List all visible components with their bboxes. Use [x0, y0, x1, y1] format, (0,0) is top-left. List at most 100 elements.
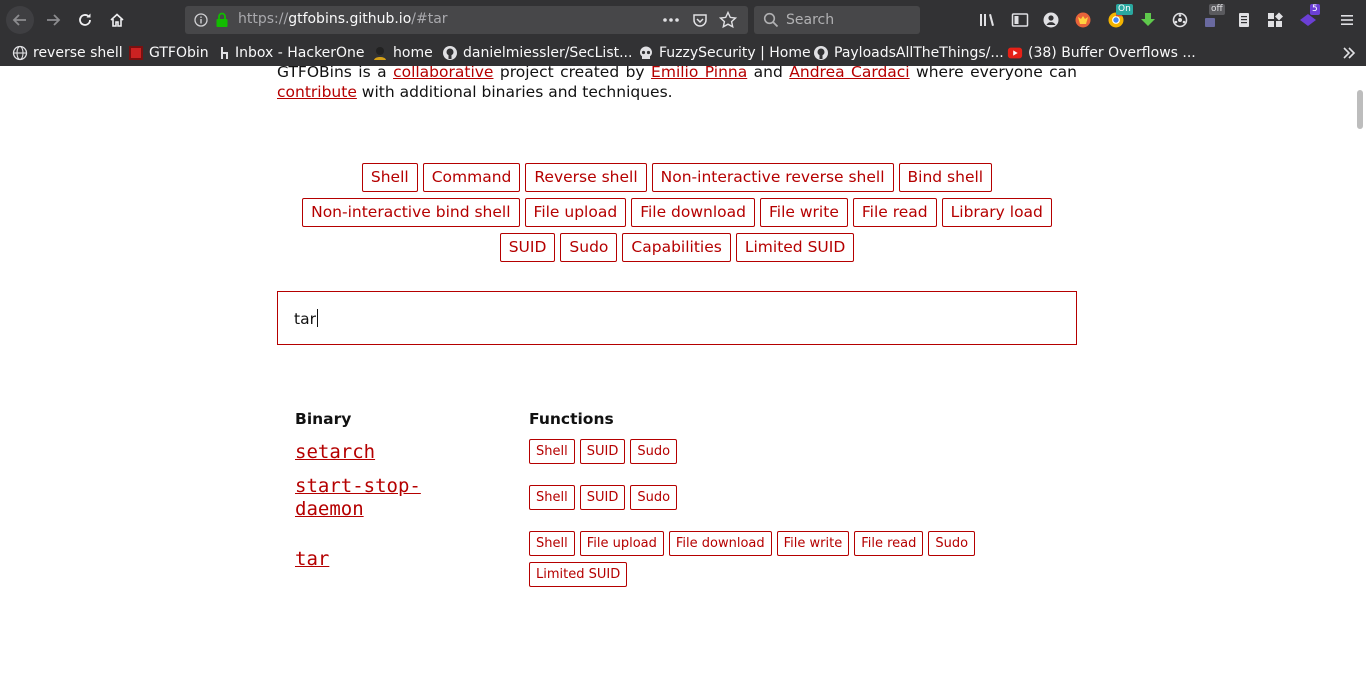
- info-icon[interactable]: [194, 13, 208, 27]
- scrollbar-thumb[interactable]: [1357, 90, 1363, 129]
- arrow-right-icon: [47, 14, 61, 26]
- extension-button-4[interactable]: off: [1202, 4, 1225, 30]
- menu-button[interactable]: [1337, 10, 1357, 30]
- download-arrow-icon: [1141, 13, 1155, 26]
- bookmarks-toolbar: reverse shell GTFObin Inbox - HackerOne …: [0, 40, 1366, 66]
- bookmark-label: (38) Buffer Overflows ...: [1028, 45, 1196, 61]
- bookmark-gtfobin[interactable]: GTFObin: [128, 43, 209, 63]
- filter-tag-command[interactable]: Command: [422, 163, 521, 192]
- address-bar[interactable]: https://gtfobins.github.io/#tar: [185, 6, 748, 34]
- back-button[interactable]: [6, 6, 34, 34]
- function-tag-shell[interactable]: Shell: [529, 439, 575, 464]
- filter-tag-limited-suid[interactable]: Limited SUID: [735, 233, 855, 262]
- gtfobin-favicon-icon: [128, 45, 144, 61]
- bookmark-label: GTFObin: [149, 45, 209, 61]
- function-tag-file-upload[interactable]: File upload: [579, 531, 664, 556]
- function-tag-suid[interactable]: SUID: [579, 439, 626, 464]
- bookmark-label: danielmiessler/SecList...: [463, 45, 633, 61]
- binary-link-start-stop-daemon[interactable]: start-stop- daemon: [295, 475, 421, 521]
- bookmark-hackerone[interactable]: Inbox - HackerOne: [220, 43, 365, 63]
- function-tag-sudo[interactable]: Sudo: [928, 531, 976, 556]
- arrow-left-icon: [12, 14, 26, 26]
- github-icon: [442, 45, 458, 61]
- browser-search-bar[interactable]: Search: [754, 6, 920, 34]
- filter-tag-file-upload[interactable]: File upload: [524, 198, 627, 227]
- bookmark-star-icon[interactable]: [719, 11, 737, 29]
- bookmarks-overflow-button[interactable]: [1342, 45, 1356, 64]
- url-text[interactable]: https://gtfobins.github.io/#tar: [238, 11, 448, 27]
- function-tag-shell[interactable]: Shell: [529, 531, 575, 556]
- search-placeholder: Search: [786, 12, 835, 28]
- filter-tag-reverse-shell[interactable]: Reverse shell: [525, 163, 647, 192]
- filter-tag-bind-shell[interactable]: Bind shell: [898, 163, 993, 192]
- function-tag-shell[interactable]: Shell: [529, 485, 575, 510]
- extension-button-5[interactable]: 5: [1298, 4, 1320, 30]
- extension-button-3[interactable]: [1170, 10, 1190, 30]
- collaborative-link[interactable]: collaborative: [393, 66, 493, 81]
- function-tag-file-read[interactable]: File read: [854, 531, 924, 556]
- hackerone-icon: [220, 45, 230, 61]
- library-button[interactable]: [978, 10, 998, 30]
- emilio-pinna-link[interactable]: Emilio Pinna: [651, 66, 747, 81]
- filter-tag-file-download[interactable]: File download: [631, 198, 756, 227]
- home-button[interactable]: [103, 6, 131, 34]
- filter-tag-non-interactive-bind-shell[interactable]: Non-interactive bind shell: [302, 198, 520, 227]
- lock-icon[interactable]: [215, 12, 229, 28]
- bookmark-label: FuzzySecurity | Home: [659, 45, 811, 61]
- extension-button-2[interactable]: On: [1106, 4, 1133, 30]
- reader-button[interactable]: [1234, 10, 1254, 30]
- pocket-icon[interactable]: [692, 12, 708, 28]
- bookmark-reverse-shell[interactable]: reverse shell: [12, 43, 123, 63]
- filter-tag-file-read[interactable]: File read: [852, 198, 937, 227]
- bookmark-seclists[interactable]: danielmiessler/SecList...: [442, 43, 632, 63]
- sidebar-button[interactable]: [1010, 10, 1030, 30]
- functions-column-header: Functions: [529, 410, 614, 428]
- home-favicon-icon: [372, 45, 388, 61]
- binary-link-setarch[interactable]: setarch: [295, 441, 375, 464]
- sidebar-icon: [1011, 13, 1029, 27]
- page-actions-icon[interactable]: [662, 13, 680, 27]
- bookmark-home[interactable]: home: [372, 43, 433, 63]
- bookmark-label: PayloadsAllTheThings/...: [834, 45, 1004, 61]
- bookmark-fuzzysecurity[interactable]: FuzzySecurity | Home: [638, 43, 811, 63]
- binary-link-line[interactable]: daemon: [295, 498, 364, 521]
- bookmark-payloadsallthethings[interactable]: PayloadsAllTheThings/...: [813, 43, 1004, 63]
- vertical-scrollbar[interactable]: [1354, 66, 1366, 681]
- filter-tag-non-interactive-reverse-shell[interactable]: Non-interactive reverse shell: [651, 163, 894, 192]
- filter-tag-suid[interactable]: SUID: [499, 233, 556, 262]
- forward-button[interactable]: [39, 6, 67, 34]
- page-content: GTFOBins is a collaborative project crea…: [0, 66, 1366, 681]
- home-icon: [110, 13, 124, 27]
- youtube-icon: [1007, 45, 1023, 61]
- function-tag-limited-suid[interactable]: Limited SUID: [529, 562, 628, 587]
- filter-tag-library-load[interactable]: Library load: [941, 198, 1052, 227]
- contribute-link[interactable]: contribute: [277, 83, 357, 101]
- function-tag-suid[interactable]: SUID: [579, 485, 626, 510]
- filter-tag-file-write[interactable]: File write: [760, 198, 848, 227]
- filter-tags-row-1: Shell Command Reverse shell Non-interact…: [277, 163, 1077, 192]
- filter-tag-sudo[interactable]: Sudo: [560, 233, 618, 262]
- binary-link-line[interactable]: start-stop-: [295, 475, 421, 498]
- andrea-cardaci-link[interactable]: Andrea Cardaci: [789, 66, 909, 81]
- intro-text: with additional binaries and techniques.: [356, 82, 673, 101]
- count-badge: 5: [1310, 4, 1320, 15]
- account-icon: [1043, 12, 1059, 28]
- reload-button[interactable]: [71, 6, 99, 34]
- gear-extension-icon: [1172, 12, 1188, 28]
- function-tag-file-download[interactable]: File download: [668, 531, 772, 556]
- search-icon: [763, 12, 779, 28]
- function-tag-sudo[interactable]: Sudo: [630, 485, 678, 510]
- download-button[interactable]: [1138, 10, 1158, 30]
- binary-link-tar[interactable]: tar: [295, 548, 329, 571]
- function-tag-file-write[interactable]: File write: [776, 531, 850, 556]
- filter-tag-capabilities[interactable]: Capabilities: [622, 233, 731, 262]
- account-button[interactable]: [1041, 10, 1061, 30]
- function-tag-sudo[interactable]: Sudo: [630, 439, 678, 464]
- bookmark-buffer-overflows[interactable]: (38) Buffer Overflows ...: [1007, 43, 1196, 63]
- apps-button[interactable]: [1265, 10, 1285, 30]
- extension-button-1[interactable]: [1073, 10, 1093, 30]
- binary-search-input[interactable]: tar: [277, 291, 1077, 345]
- hamburger-menu-icon: [1341, 15, 1353, 25]
- off-badge: off: [1209, 4, 1225, 15]
- filter-tag-shell[interactable]: Shell: [361, 163, 418, 192]
